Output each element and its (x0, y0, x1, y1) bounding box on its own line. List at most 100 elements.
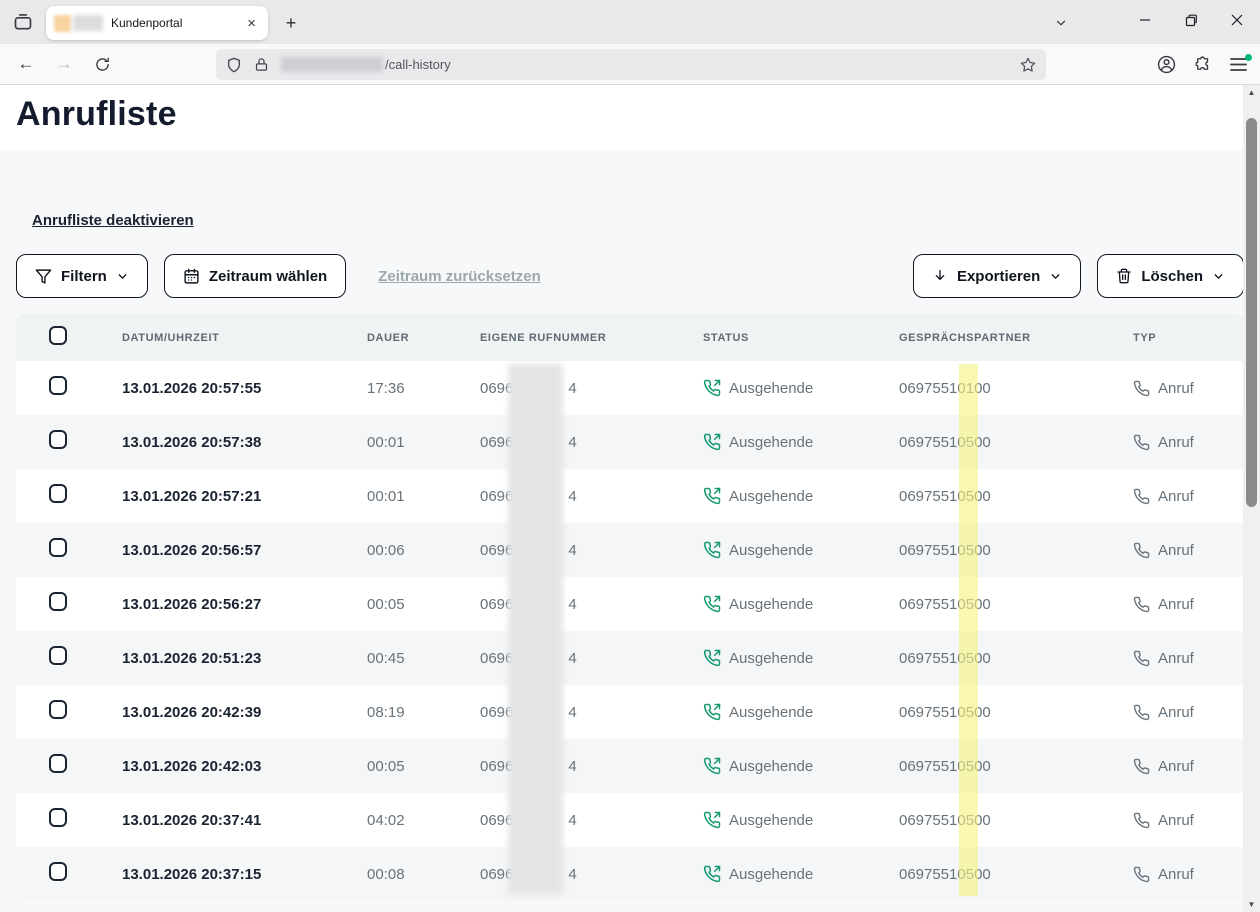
window-close-icon[interactable] (1214, 0, 1260, 40)
col-header-own-number: EIGENE RUFNUMMER (480, 332, 703, 344)
page-viewport: Anrufliste Anrufliste deaktivieren Filte… (0, 85, 1260, 912)
url-bar[interactable]: /call-history (216, 49, 1046, 80)
cell-own-number: 06964 (480, 812, 703, 829)
firefox-view-icon[interactable] (8, 8, 38, 36)
cell-partner: 06975510100 (899, 380, 1133, 397)
row-checkbox[interactable] (49, 646, 67, 665)
cell-datetime: 13.01.2026 20:56:57 (122, 542, 367, 559)
phone-icon (1133, 380, 1150, 397)
cell-status: Ausgehende (703, 865, 899, 883)
cell-own-number: 06964 (480, 596, 703, 613)
row-checkbox[interactable] (49, 808, 67, 827)
funnel-icon (35, 268, 52, 285)
deactivate-call-list-link[interactable]: Anrufliste deaktivieren (32, 212, 194, 229)
cell-type: Anruf (1133, 488, 1244, 505)
cell-status: Ausgehende (703, 757, 899, 775)
cell-type: Anruf (1133, 866, 1244, 883)
phone-icon (1133, 596, 1150, 613)
cell-type: Anruf (1133, 380, 1244, 397)
tab-close-icon[interactable]: × (243, 15, 260, 32)
cell-own-number: 06964 (480, 866, 703, 883)
actions-toolbar: Filtern Zeitraum wählen Zeitraum zurücks… (16, 254, 1244, 298)
cell-status: Ausgehende (703, 379, 899, 397)
shield-icon[interactable] (226, 57, 242, 73)
page-content: Anrufliste deaktivieren Filtern Zeitraum… (0, 150, 1260, 901)
title-band: Anrufliste (0, 85, 1260, 150)
phone-icon (1133, 650, 1150, 667)
row-checkbox[interactable] (49, 862, 67, 881)
table-row: 13.01.2026 20:57:38 00:01 06964 Ausgehen… (16, 415, 1244, 469)
chevron-down-icon (1212, 270, 1225, 283)
phone-icon (1133, 704, 1150, 721)
cell-datetime: 13.01.2026 20:37:41 (122, 812, 367, 829)
cell-type: Anruf (1133, 758, 1244, 775)
reset-date-range-link: Zeitraum zurücksetzen (378, 268, 541, 285)
table-row: 13.01.2026 20:37:15 00:08 06964 Ausgehen… (16, 847, 1244, 901)
url-path: /call-history (385, 57, 1020, 72)
delete-button[interactable]: Löschen (1097, 254, 1244, 298)
phone-icon (1133, 866, 1150, 883)
filter-button-label: Filtern (61, 268, 107, 285)
account-icon[interactable] (1152, 50, 1180, 78)
export-button[interactable]: Exportieren (913, 254, 1081, 298)
col-header-status: STATUS (703, 332, 899, 344)
extensions-puzzle-icon[interactable] (1189, 50, 1217, 78)
cell-datetime: 13.01.2026 20:51:23 (122, 650, 367, 667)
cell-datetime: 13.01.2026 20:57:55 (122, 380, 367, 397)
calendar-icon (183, 268, 200, 285)
tab-kundenportal[interactable]: Kundenportal × (46, 6, 268, 40)
row-checkbox[interactable] (49, 754, 67, 773)
cell-type: Anruf (1133, 434, 1244, 451)
cell-type: Anruf (1133, 812, 1244, 829)
row-checkbox[interactable] (49, 430, 67, 449)
row-checkbox[interactable] (49, 484, 67, 503)
table-row: 13.01.2026 20:57:21 00:01 06964 Ausgehen… (16, 469, 1244, 523)
scrollbar-thumb[interactable] (1246, 118, 1257, 507)
menu-hamburger-icon[interactable] (1224, 50, 1252, 78)
window-restore-icon[interactable] (1168, 0, 1214, 40)
back-icon[interactable]: ← (12, 50, 40, 78)
navigation-toolbar: ← → /call-history (0, 44, 1260, 85)
row-checkbox[interactable] (49, 538, 67, 557)
page-title: Anrufliste (0, 85, 1260, 134)
cell-status: Ausgehende (703, 487, 899, 505)
row-checkbox[interactable] (49, 700, 67, 719)
outgoing-call-icon (703, 433, 721, 451)
actions-right: Exportieren Löschen (913, 254, 1244, 298)
lock-icon[interactable] (254, 57, 269, 72)
filter-button[interactable]: Filtern (16, 254, 148, 298)
date-range-button-label: Zeitraum wählen (209, 268, 327, 285)
phone-icon (1133, 542, 1150, 559)
outgoing-call-icon (703, 649, 721, 667)
outgoing-call-icon (703, 865, 721, 883)
cell-duration: 00:01 (367, 488, 480, 505)
cell-partner: 06975510500 (899, 812, 1133, 829)
scrollbar-down-icon[interactable]: ▼ (1243, 897, 1260, 912)
cell-datetime: 13.01.2026 20:57:38 (122, 434, 367, 451)
window-minimize-icon[interactable] (1122, 0, 1168, 40)
outgoing-call-icon (703, 703, 721, 721)
row-checkbox[interactable] (49, 376, 67, 395)
cell-status: Ausgehende (703, 703, 899, 721)
col-header-partner: GESPRÄCHSPARTNER (899, 332, 1133, 344)
outgoing-call-icon (703, 595, 721, 613)
reload-icon[interactable] (88, 50, 116, 78)
cell-duration: 00:45 (367, 650, 480, 667)
cell-own-number: 06964 (480, 434, 703, 451)
list-tabs-chevron-icon[interactable] (1048, 10, 1074, 36)
bookmark-star-icon[interactable] (1020, 57, 1036, 73)
cell-status: Ausgehende (703, 595, 899, 613)
row-checkbox[interactable] (49, 592, 67, 611)
cell-own-number: 06964 (480, 758, 703, 775)
scrollbar-up-icon[interactable]: ▲ (1243, 85, 1260, 100)
phone-icon (1133, 758, 1150, 775)
select-all-checkbox[interactable] (49, 326, 67, 345)
cell-datetime: 13.01.2026 20:56:27 (122, 596, 367, 613)
page-scrollbar[interactable]: ▲ ▼ (1243, 85, 1260, 912)
cell-status: Ausgehende (703, 541, 899, 559)
update-notification-dot (1245, 54, 1252, 61)
outgoing-call-icon (703, 487, 721, 505)
table-row: 13.01.2026 20:42:03 00:05 06964 Ausgehen… (16, 739, 1244, 793)
date-range-button[interactable]: Zeitraum wählen (164, 254, 346, 298)
new-tab-icon[interactable]: + (278, 10, 304, 36)
